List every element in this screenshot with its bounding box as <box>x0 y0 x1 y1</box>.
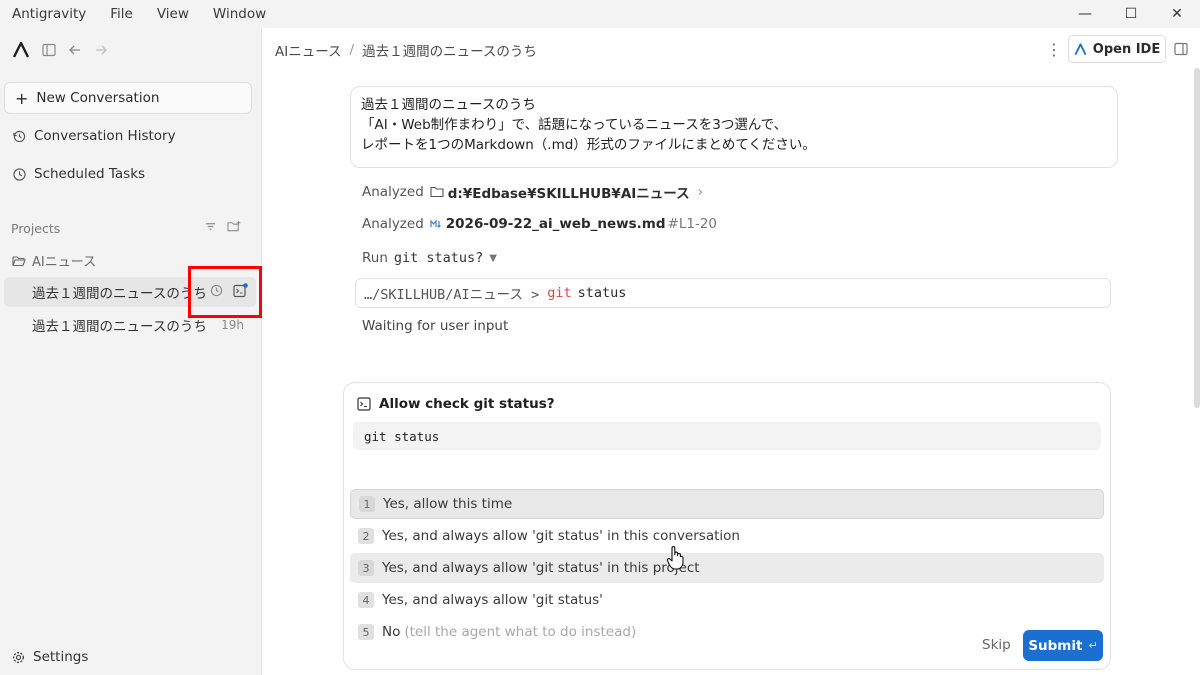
prompt-line: 過去１週間のニュースのうち <box>361 97 536 113</box>
option-label: No <box>382 624 401 640</box>
more-options-icon[interactable]: ⋮ <box>1046 40 1062 59</box>
option-number: 2 <box>358 528 374 544</box>
projects-heading: Projects <box>11 221 61 236</box>
plus-icon: + <box>15 88 29 108</box>
minimize-button[interactable]: — <box>1062 0 1108 28</box>
dialog-title-text: Allow check git status? <box>379 396 555 412</box>
open-ide-label: Open IDE <box>1092 41 1161 57</box>
breadcrumb-title: 過去１週間のニュースのうち <box>362 44 537 60</box>
menu-file[interactable]: File <box>110 6 133 22</box>
breadcrumb: AIニュース / 過去１週間のニュースのうち <box>275 40 537 60</box>
breadcrumb-separator: / <box>349 42 355 58</box>
history-icon <box>12 129 26 143</box>
option-hint: (tell the agent what to do instead) <box>404 624 637 640</box>
option-label: Yes, and always allow 'git status' <box>382 592 603 608</box>
option-allow-project[interactable]: 3 Yes, and always allow 'git status' in … <box>350 553 1104 583</box>
close-button[interactable]: ✕ <box>1154 0 1200 28</box>
analyzed-folder-step[interactable]: Analyzed d:¥Edbase¥SKILLHUB¥AIニュース › <box>362 182 703 202</box>
terminal-icon <box>357 397 371 411</box>
new-folder-icon[interactable] <box>227 220 241 237</box>
option-allow-once[interactable]: 1 Yes, allow this time <box>350 489 1104 519</box>
gear-icon <box>12 651 25 664</box>
user-prompt: 過去１週間のニュースのうち 「AI・Web制作まわり」で、話題になっているニュー… <box>350 86 1118 168</box>
markdown-icon <box>430 219 442 229</box>
step-label: Run <box>362 250 388 266</box>
step-line-ref: #L1-20 <box>667 216 718 232</box>
prompt-line: レポートを1つのMarkdown（.md）形式のファイルにまとめてください。 <box>361 137 816 153</box>
new-conversation-button[interactable]: + New Conversation <box>4 82 252 114</box>
prompt-line: 「AI・Web制作まわり」で、話題になっているニュースを3つ選んで、 <box>361 117 788 133</box>
settings-button[interactable]: Settings <box>12 649 88 665</box>
analyzed-file-step[interactable]: Analyzed 2026-09-22_ai_web_news.md #L1-2… <box>362 216 717 232</box>
chevron-down-icon: ▼ <box>489 252 497 264</box>
enter-key-icon: ↵ <box>1088 639 1098 652</box>
skip-button[interactable]: Skip <box>982 637 1011 653</box>
step-path: d:¥Edbase¥SKILLHUB¥AIニュース <box>447 186 690 202</box>
sidebar: + New Conversation Conversation History … <box>0 28 262 675</box>
projects-tools <box>204 220 241 237</box>
dialog-command: git status <box>353 422 1101 450</box>
new-conversation-label: New Conversation <box>36 90 160 106</box>
sidebar-item-label: Scheduled Tasks <box>34 166 146 182</box>
sidebar-item-label: Conversation History <box>34 128 176 144</box>
command-git-keyword: git <box>547 285 572 301</box>
run-command-step[interactable]: Run git status? ▼ <box>362 250 497 266</box>
clock-icon <box>12 167 26 181</box>
step-file: 2026-09-22_ai_web_news.md <box>445 216 666 232</box>
submit-button[interactable]: Submit ↵ <box>1023 630 1103 661</box>
project-name: AIニュース <box>32 255 97 270</box>
option-label: Yes, and always allow 'git status' in th… <box>382 528 740 544</box>
command-argument: status <box>577 285 627 301</box>
panel-toggle-icon[interactable] <box>1174 42 1188 60</box>
option-label: Yes, allow this time <box>383 496 513 512</box>
command-preview: …/SKILLHUB/AIニュース > git status <box>355 278 1111 308</box>
hand-cursor-icon <box>666 545 684 575</box>
menu-bar: Antigravity File View Window <box>0 6 290 22</box>
open-ide-button[interactable]: Open IDE <box>1068 35 1166 63</box>
sidebar-toolbar <box>12 38 120 62</box>
option-label: Yes, and always allow 'git status' in th… <box>382 560 700 576</box>
antigravity-logo-icon <box>12 41 30 59</box>
step-label: Analyzed <box>362 184 424 200</box>
waiting-status: Waiting for user input <box>362 318 509 334</box>
menu-view[interactable]: View <box>157 6 189 22</box>
option-number: 1 <box>359 496 375 512</box>
option-number: 5 <box>358 624 374 640</box>
step-label: Analyzed <box>362 216 424 232</box>
sidebar-toggle-icon[interactable] <box>42 43 56 57</box>
antigravity-logo-icon <box>1074 42 1087 56</box>
conversation-time: 19h <box>221 318 244 332</box>
project-folder[interactable]: AIニュース <box>12 251 96 270</box>
dialog-title: Allow check git status? <box>357 396 555 412</box>
back-arrow-icon[interactable] <box>68 43 82 57</box>
window-controls: — ☐ ✕ <box>1062 0 1200 28</box>
folder-icon <box>430 186 444 198</box>
conversation-title: 過去１週間のニュースのうち <box>32 319 207 335</box>
maximize-button[interactable]: ☐ <box>1108 0 1154 28</box>
option-allow-conversation[interactable]: 2 Yes, and always allow 'git status' in … <box>350 521 1104 551</box>
option-number: 3 <box>358 560 374 576</box>
menu-app[interactable]: Antigravity <box>12 6 86 22</box>
main-panel: AIニュース / 過去１週間のニュースのうち ⋮ Open IDE 過去１週間の… <box>262 28 1200 675</box>
breadcrumb-project[interactable]: AIニュース <box>275 40 342 60</box>
submit-label: Submit <box>1028 637 1083 654</box>
menu-window[interactable]: Window <box>213 6 266 22</box>
highlight-annotation-box <box>188 266 262 318</box>
run-command-text: git status? <box>393 250 484 266</box>
filter-icon[interactable] <box>204 220 217 237</box>
forward-arrow-icon[interactable] <box>94 43 108 57</box>
folder-open-icon <box>12 255 26 267</box>
chevron-right-icon: › <box>697 184 704 200</box>
scrollbar[interactable] <box>1194 68 1200 408</box>
conversation-title: 過去１週間のニュースのうち <box>32 286 207 302</box>
permission-dialog: Allow check git status? git status 1 Yes… <box>343 382 1111 670</box>
title-bar: Antigravity File View Window — ☐ ✕ <box>0 0 1200 28</box>
command-path: …/SKILLHUB/AIニュース > <box>364 287 540 303</box>
settings-label: Settings <box>33 649 89 665</box>
sidebar-item-history[interactable]: Conversation History <box>12 128 176 144</box>
option-allow-always[interactable]: 4 Yes, and always allow 'git status' <box>350 585 1104 615</box>
option-number: 4 <box>358 592 374 608</box>
sidebar-item-scheduled[interactable]: Scheduled Tasks <box>12 166 145 182</box>
